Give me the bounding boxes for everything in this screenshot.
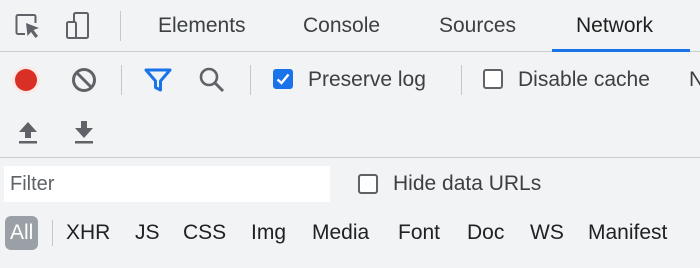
type-filter-doc[interactable]: Doc: [467, 216, 504, 250]
type-filter-divider: [52, 220, 53, 246]
disable-cache-label[interactable]: Disable cache: [518, 68, 650, 92]
network-toolbar-secondary: [0, 106, 700, 158]
type-filter-font[interactable]: Font: [398, 216, 440, 250]
type-filter-css[interactable]: CSS: [183, 216, 226, 250]
type-filter-manifest[interactable]: Manifest: [588, 216, 667, 250]
filter-icon[interactable]: [142, 64, 174, 96]
tab-sources[interactable]: Sources: [439, 0, 516, 51]
tab-bar-divider: [120, 11, 121, 41]
hide-data-urls-checkbox[interactable]: [358, 174, 378, 194]
network-toolbar: Preserve log Disable cache N: [0, 52, 700, 106]
disable-cache-checkbox[interactable]: [483, 69, 503, 89]
tab-network[interactable]: Network: [576, 0, 653, 51]
type-filter-img[interactable]: Img: [251, 216, 286, 250]
toolbar-divider: [250, 65, 251, 95]
hide-data-urls-label[interactable]: Hide data URLs: [393, 172, 541, 196]
upload-icon[interactable]: [14, 117, 42, 147]
type-filter-media[interactable]: Media: [312, 216, 369, 250]
tab-elements[interactable]: Elements: [158, 0, 246, 51]
type-filter-all[interactable]: All: [5, 216, 39, 250]
type-filter-ws[interactable]: WS: [530, 216, 564, 250]
type-filter-js[interactable]: JS: [135, 216, 160, 250]
search-icon[interactable]: [196, 64, 228, 96]
device-toggle-icon[interactable]: [62, 10, 94, 42]
clear-icon[interactable]: [68, 64, 100, 96]
toolbar-divider: [461, 65, 462, 95]
preserve-log-checkbox[interactable]: [273, 69, 293, 89]
record-icon[interactable]: [10, 64, 42, 96]
filter-input[interactable]: [4, 166, 330, 202]
type-filter-xhr[interactable]: XHR: [66, 216, 110, 250]
cursor-select-icon[interactable]: [12, 10, 44, 42]
throttling-label-truncated[interactable]: N: [689, 68, 700, 92]
preserve-log-label[interactable]: Preserve log: [308, 68, 426, 92]
toolbar-divider: [121, 65, 122, 95]
download-icon[interactable]: [70, 117, 98, 147]
devtools-tab-bar: Elements Console Sources Network: [0, 0, 700, 52]
tab-console[interactable]: Console: [303, 0, 380, 51]
